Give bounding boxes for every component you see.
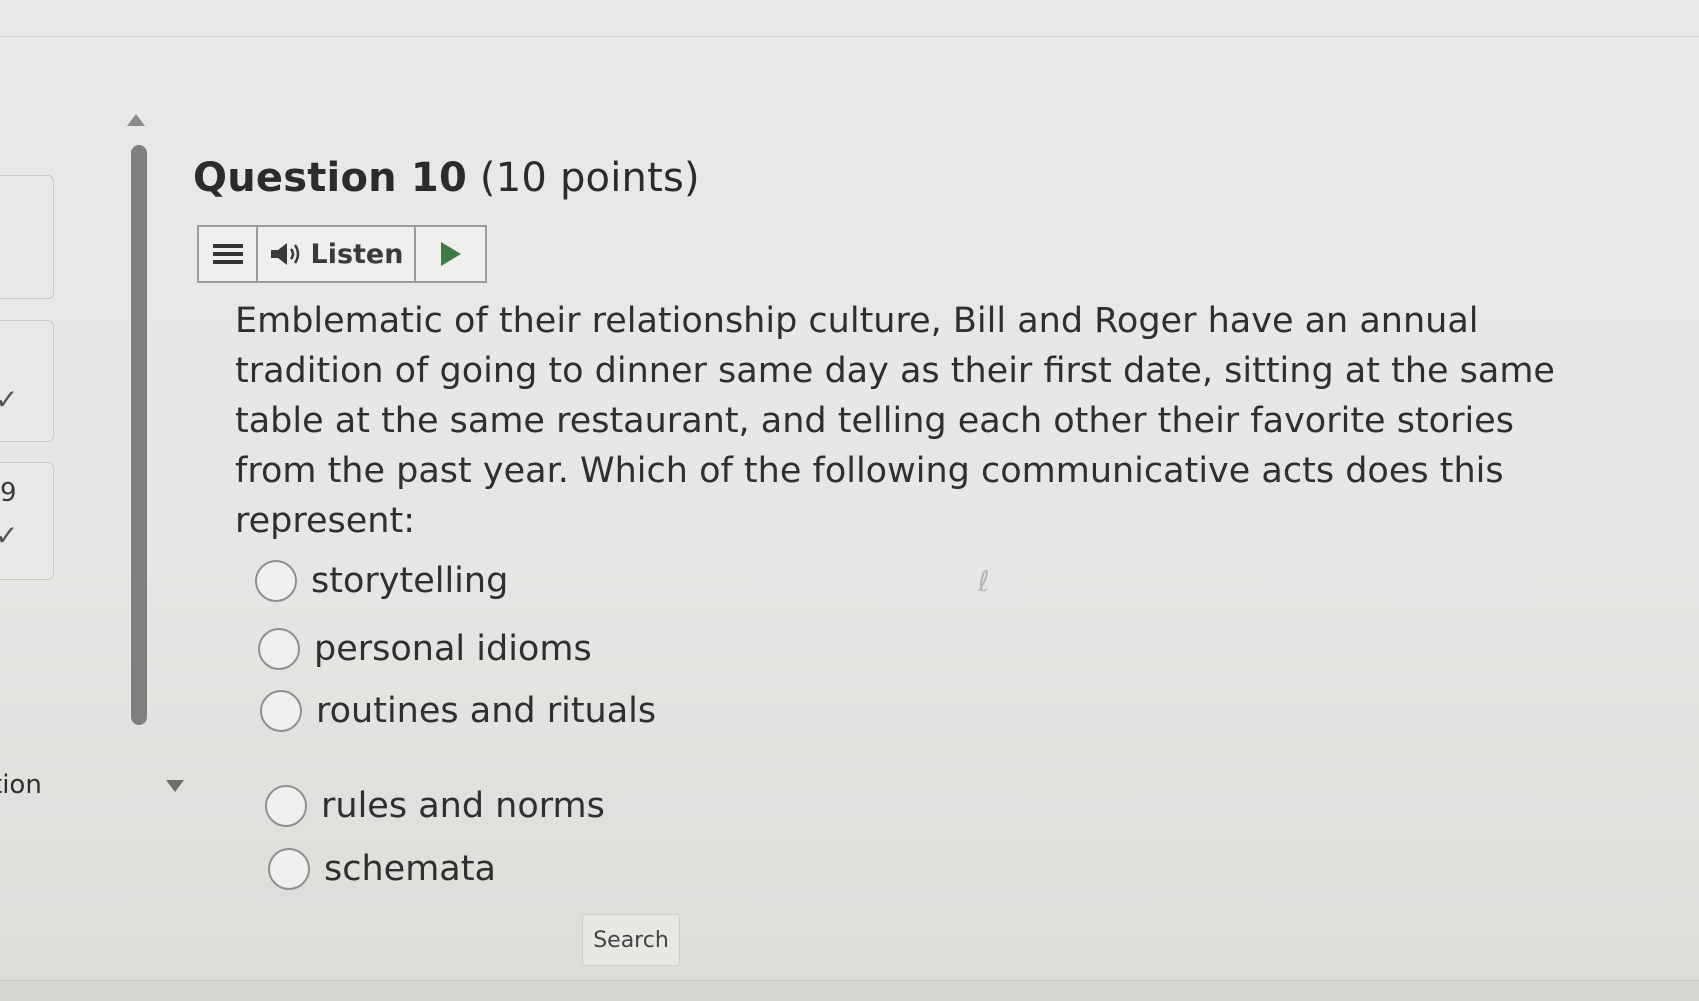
scroll-down-arrow-icon[interactable] [166,780,184,792]
top-divider [0,36,1699,37]
option-label: personal idioms [314,629,592,669]
radio-button[interactable] [255,560,297,602]
answer-option[interactable]: storytelling [255,560,508,602]
option-label: routines and rituals [316,691,657,731]
bottom-bar [0,980,1699,1001]
question-text: Emblematic of their relationship culture… [235,301,1555,541]
listen-label: Listen [310,238,404,270]
option-label: storytelling [311,561,509,601]
nav-card-2[interactable]: ✓ [0,320,54,442]
menu-button[interactable] [199,227,258,281]
listen-button[interactable]: Listen [258,227,416,281]
answer-option[interactable]: personal idioms [258,628,592,670]
nav-label: tion [0,770,42,800]
nav-card-1[interactable] [0,175,54,299]
answer-option[interactable]: rules and norms [265,785,605,827]
radio-button[interactable] [258,628,300,670]
play-button[interactable] [416,227,485,281]
radio-button[interactable] [260,690,302,732]
search-button[interactable]: Search [582,914,680,966]
listen-toolbar: Listen [197,225,487,283]
answer-option[interactable]: schemata [268,848,496,890]
answer-option[interactable]: routines and rituals [260,690,656,732]
stray-mark: ℓ [978,565,990,598]
question-number: Question 10 [193,155,467,201]
scrollbar-thumb[interactable] [131,145,147,725]
radio-button[interactable] [268,848,310,890]
checkmark-icon: ✓ [0,383,19,416]
play-icon [440,242,461,266]
screen: ✓ ✓ 9 tion Question 10 (10 points) Liste… [0,0,1699,1001]
question-points: (10 points) [479,155,700,201]
nav-question-number: 9 [0,478,17,508]
speaker-icon [270,243,299,265]
option-label: schemata [324,849,496,889]
question-title: Question 10 (10 points) [193,155,700,201]
radio-button[interactable] [265,785,307,827]
option-label: rules and norms [321,786,605,826]
checkmark-icon: ✓ [0,519,19,552]
menu-icon [212,240,243,268]
scroll-up-arrow-icon[interactable] [127,114,145,126]
